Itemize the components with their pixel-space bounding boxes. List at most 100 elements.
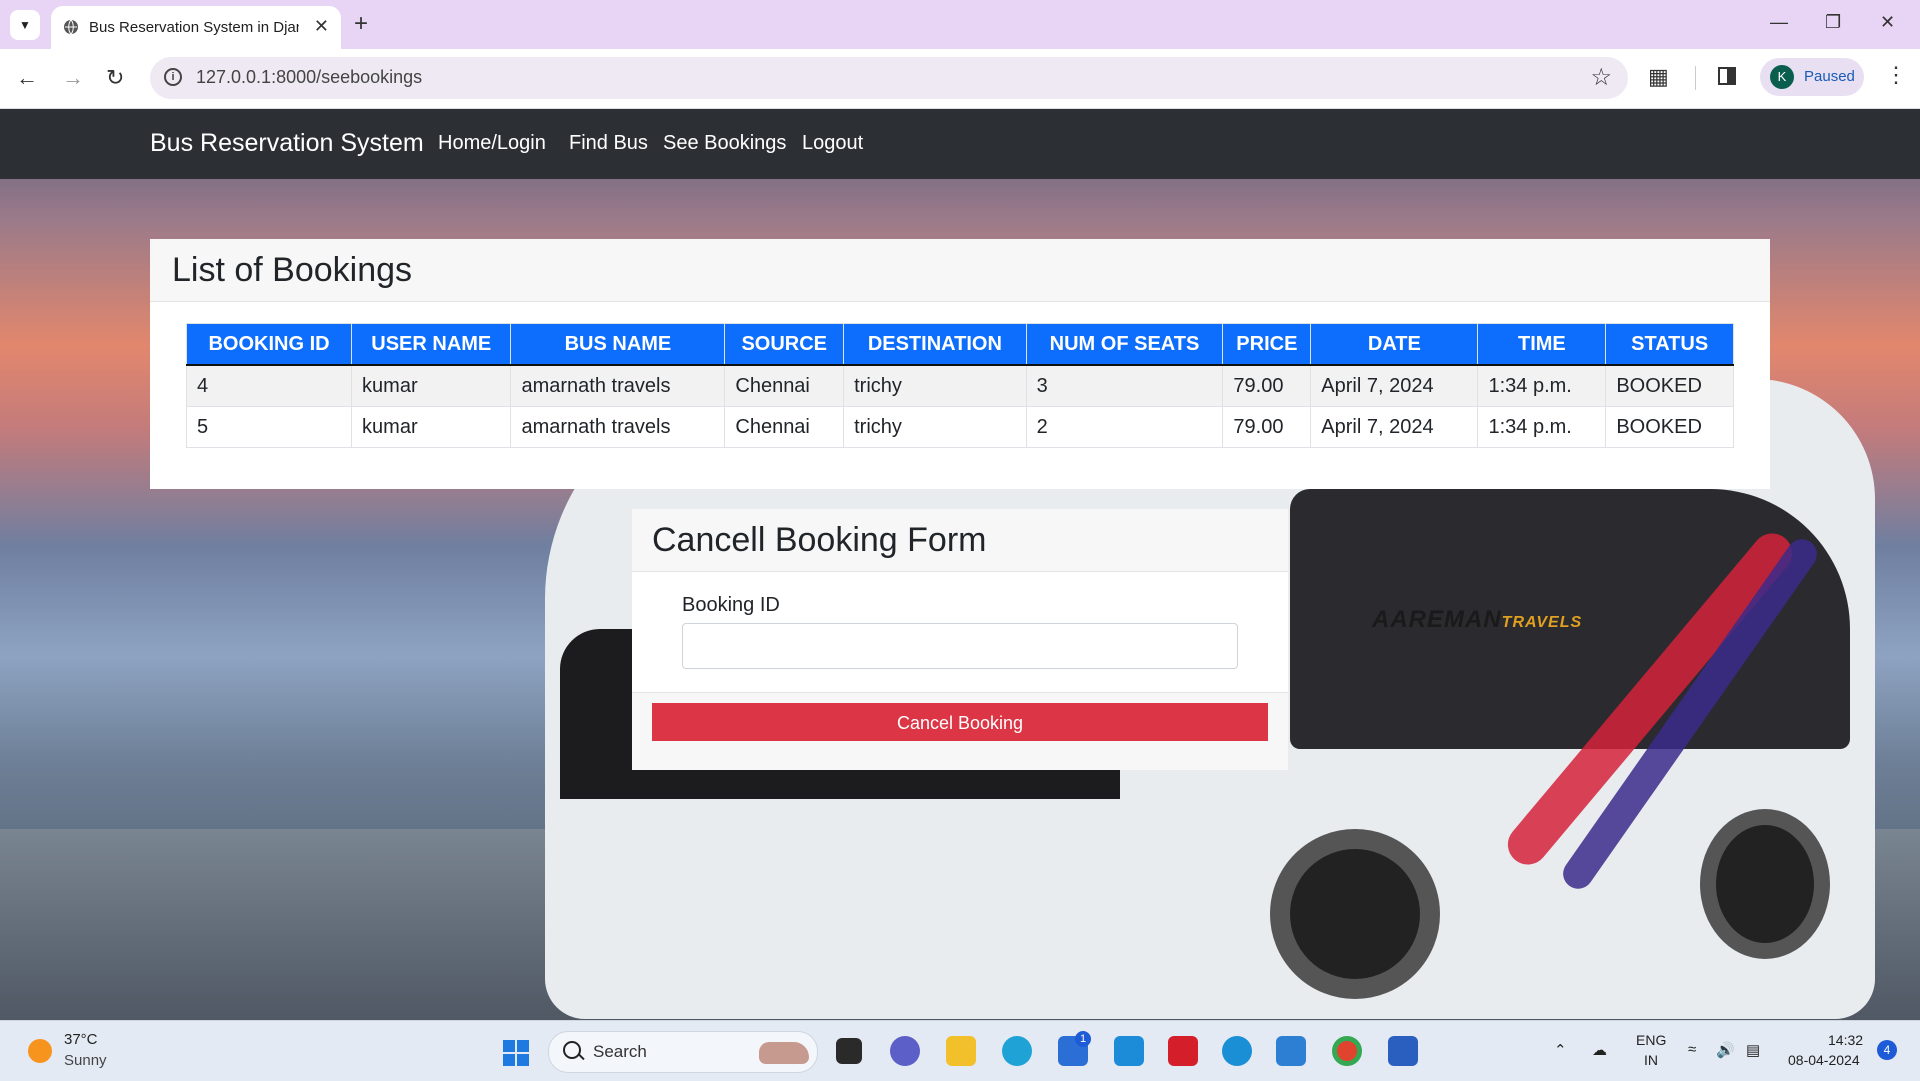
taskbar-search[interactable]: Search	[548, 1031, 818, 1073]
browser-toolbar: ← → ↻ i 127.0.0.1:8000/seebookings ☆ ▦ K…	[0, 49, 1920, 109]
table-cell: 1:34 p.m.	[1477, 364, 1607, 407]
page-title: List of Bookings	[172, 251, 413, 289]
windows-start-icon[interactable]	[503, 1040, 529, 1066]
table-cell: trichy	[843, 364, 1027, 407]
profile-status: Paused	[1804, 68, 1855, 85]
table-cell: amarnath travels	[510, 364, 726, 407]
volume-icon[interactable]: 🔊	[1716, 1041, 1735, 1059]
column-header: STATUS	[1605, 323, 1734, 366]
browser-tab[interactable]: Bus Reservation System in Djan ✕	[51, 6, 341, 49]
back-icon[interactable]: ←	[16, 65, 38, 91]
cancel-booking-card: Cancell Booking Form Booking ID Cancel B…	[632, 509, 1288, 770]
column-header: PRICE	[1222, 323, 1312, 366]
table-cell: amarnath travels	[510, 406, 726, 448]
table-cell: Chennai	[724, 364, 845, 407]
reload-icon[interactable]: ↻	[106, 65, 124, 91]
table-cell: 5	[185, 406, 353, 448]
browser-tab-strip: ▼ Bus Reservation System in Djan ✕ + — ❐…	[0, 0, 1920, 49]
bookmark-star-icon[interactable]: ☆	[1590, 63, 1612, 92]
site-info-icon[interactable]: i	[164, 68, 182, 86]
taskbar-search-placeholder: Search	[593, 1042, 647, 1061]
page-viewport: AAREMANTRAVELS Bus Reservation System Ho…	[0, 109, 1920, 1020]
bus-logo: AAREMANTRAVELS	[1372, 606, 1583, 633]
minimize-icon[interactable]: —	[1770, 12, 1788, 33]
booking-id-input[interactable]	[682, 623, 1238, 669]
meet-icon[interactable]	[890, 1036, 920, 1066]
nav-link-logout[interactable]: Logout	[802, 132, 863, 155]
cancel-form-title: Cancell Booking Form	[652, 521, 987, 559]
table-cell: kumar	[351, 406, 512, 448]
task-view-icon[interactable]	[836, 1038, 862, 1064]
weather-condition[interactable]: Sunny	[64, 1052, 107, 1069]
table-cell: BOOKED	[1605, 364, 1734, 407]
cancel-card-header: Cancell Booking Form	[632, 509, 1288, 572]
new-tab-icon[interactable]: +	[354, 11, 368, 37]
clock-time[interactable]: 14:32	[1828, 1032, 1863, 1048]
menu-kebab-icon[interactable]: ⋮	[1885, 62, 1907, 88]
column-header: SOURCE	[724, 323, 845, 366]
language-indicator[interactable]: ENG	[1636, 1032, 1666, 1048]
onedrive-icon[interactable]: ☁	[1592, 1041, 1607, 1059]
address-bar[interactable]: i 127.0.0.1:8000/seebookings ☆	[150, 57, 1628, 99]
cancel-booking-button[interactable]: Cancel Booking	[652, 703, 1268, 741]
store-badge: 1	[1075, 1031, 1091, 1047]
chrome-icon[interactable]	[1332, 1036, 1362, 1066]
restore-icon[interactable]: ❐	[1825, 12, 1841, 33]
table-row: 4 kumar amarnath travels Chennai trichy …	[185, 364, 1734, 407]
circle-app-icon[interactable]	[1222, 1036, 1252, 1066]
clock-date[interactable]: 08-04-2024	[1788, 1052, 1860, 1068]
bookings-card: List of Bookings BOOKING ID USER NAME BU…	[150, 239, 1770, 489]
table-cell: 79.00	[1222, 406, 1312, 448]
file-explorer-icon[interactable]	[946, 1036, 976, 1066]
booking-id-label: Booking ID	[682, 594, 780, 616]
column-header: NUM OF SEATS	[1025, 323, 1224, 366]
search-icon	[563, 1041, 581, 1059]
extensions-puzzle-icon[interactable]: ▦	[1648, 64, 1669, 90]
edge-browser-icon[interactable]	[1002, 1036, 1032, 1066]
table-row: 5 kumar amarnath travels Chennai trichy …	[185, 406, 1734, 448]
battery-icon[interactable]: ▤	[1746, 1041, 1760, 1059]
search-highlight-image	[759, 1042, 809, 1064]
table-cell: 4	[185, 364, 353, 407]
column-header: BUS NAME	[510, 323, 726, 366]
tab-title: Bus Reservation System in Djan	[89, 19, 299, 36]
table-cell: BOOKED	[1605, 406, 1734, 448]
avatar: K	[1770, 65, 1794, 89]
url-text: 127.0.0.1:8000/seebookings	[196, 67, 423, 87]
background-bus-wheel-rear	[1700, 809, 1830, 959]
profile-button[interactable]: K Paused	[1760, 58, 1864, 96]
bookings-card-header: List of Bookings	[150, 239, 1770, 302]
sun-icon[interactable]	[28, 1039, 52, 1063]
tab-close-icon[interactable]: ✕	[314, 16, 329, 37]
tray-chevron-icon[interactable]: ⌃	[1554, 1041, 1567, 1059]
navbar-brand[interactable]: Bus Reservation System	[150, 129, 424, 158]
bookings-table: BOOKING ID USER NAME BUS NAME SOURCE DES…	[185, 323, 1734, 448]
tab-search-chevron-icon[interactable]: ▼	[10, 10, 40, 40]
notification-badge[interactable]: 4	[1877, 1040, 1897, 1060]
table-header-row: BOOKING ID USER NAME BUS NAME SOURCE DES…	[185, 323, 1734, 366]
table-cell: April 7, 2024	[1310, 406, 1479, 448]
forward-icon[interactable]: →	[62, 65, 84, 91]
table-cell: 1:34 p.m.	[1477, 406, 1607, 448]
toolbar-divider	[1695, 66, 1696, 90]
column-header: BOOKING ID	[185, 323, 353, 366]
nav-link-see-bookings[interactable]: See Bookings	[663, 132, 786, 155]
site-navbar: Bus Reservation System Home/Login Find B…	[0, 109, 1920, 179]
windows-taskbar: 37°C Sunny Search 1 ⌃ ☁ ENG IN ≈ 🔊 ▤ 14:…	[0, 1020, 1920, 1081]
region-indicator[interactable]: IN	[1644, 1052, 1658, 1068]
l-app-icon[interactable]	[1114, 1036, 1144, 1066]
side-panel-icon[interactable]	[1718, 67, 1736, 85]
nav-link-find-bus[interactable]: Find Bus	[569, 132, 648, 155]
nav-link-home-login[interactable]: Home/Login	[438, 132, 546, 155]
weather-temperature[interactable]: 37°C	[64, 1031, 98, 1048]
window-close-icon[interactable]: ✕	[1880, 12, 1895, 33]
column-header: USER NAME	[351, 323, 512, 366]
cancel-card-footer: Cancel Booking	[632, 692, 1288, 770]
wifi-icon[interactable]: ≈	[1688, 1041, 1696, 1058]
vscode-icon[interactable]	[1276, 1036, 1306, 1066]
table-cell: trichy	[843, 406, 1027, 448]
word-icon[interactable]	[1388, 1036, 1418, 1066]
column-header: DATE	[1310, 323, 1479, 366]
table-cell: April 7, 2024	[1310, 364, 1479, 407]
mcafee-icon[interactable]	[1168, 1036, 1198, 1066]
